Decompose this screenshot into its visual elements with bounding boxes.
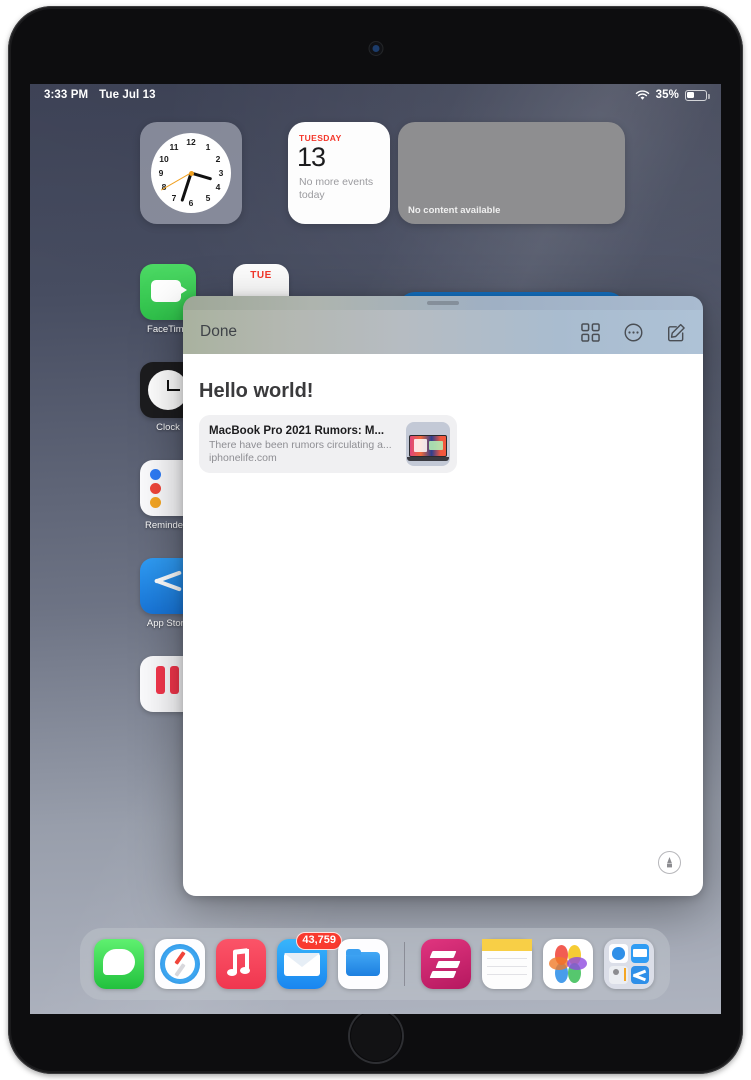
dock-item-messages[interactable]	[94, 939, 144, 989]
clock-num-12: 12	[186, 137, 196, 147]
clock-num-4: 4	[215, 182, 221, 192]
message-title: Hello world!	[199, 380, 314, 402]
dock-item-folder[interactable]	[604, 939, 654, 989]
clock-num-9: 9	[158, 168, 164, 178]
grid-icon[interactable]	[581, 322, 600, 342]
empty-widget[interactable]: No content available	[398, 122, 625, 224]
front-camera-icon	[369, 42, 382, 55]
clock-num-6: 6	[188, 198, 194, 208]
clock-center-pin	[188, 170, 194, 176]
folder-mini-safari-icon	[609, 944, 628, 963]
link-card-text: MacBook Pro 2021 Rumors: M... There have…	[209, 425, 399, 464]
compose-icon[interactable]	[667, 323, 686, 342]
ipad-device: 3:33 PM Tue Jul 13 35% FaceTime Clock Re…	[8, 6, 743, 1074]
folder-mini-mail-icon	[630, 944, 649, 963]
dock-item-shortcuts[interactable]	[421, 939, 471, 989]
folder-mini-contacts-icon	[609, 965, 628, 984]
dock-item-mail[interactable]: 43,759	[277, 932, 342, 989]
clock-num-5: 5	[205, 193, 211, 203]
clock-widget[interactable]: 12 1 2 3 4 5 6 7 8 9 10 11	[140, 122, 242, 224]
link-card-description: There have been rumors circulating a...	[209, 438, 392, 451]
dock-item-files[interactable]	[338, 939, 388, 989]
dock-item-notes[interactable]	[482, 939, 532, 989]
calendar-icon-dow: TUE	[250, 270, 272, 281]
drag-handle[interactable]	[427, 301, 459, 305]
calendar-widget[interactable]: TUESDAY 13 No more events today	[288, 122, 390, 224]
clock-num-2: 2	[215, 154, 221, 164]
clock-num-1: 1	[205, 142, 211, 152]
dock-item-photos[interactable]	[543, 939, 593, 989]
dock: 43,759	[80, 928, 670, 1000]
ipad-screen: 3:33 PM Tue Jul 13 35% FaceTime Clock Re…	[30, 84, 721, 1014]
clock-num-11: 11	[169, 142, 179, 152]
ellipsis-circle-icon[interactable]	[624, 323, 643, 342]
link-card-url: iphonelife.com	[209, 451, 277, 464]
clock-num-7: 7	[171, 193, 177, 203]
wifi-icon	[635, 89, 649, 100]
status-time: 3:33 PM	[44, 89, 89, 101]
clock-hour-hand	[190, 171, 213, 181]
dock-divider	[404, 942, 405, 986]
mail-badge: 43,759	[296, 932, 342, 950]
status-date: Tue Jul 13	[99, 89, 156, 101]
battery-icon	[685, 89, 710, 101]
folder-mini-app-store-icon	[630, 965, 649, 984]
done-button[interactable]: Done	[200, 323, 237, 341]
macbook-thumbnail-icon	[406, 422, 450, 466]
sheet-grabber-area[interactable]	[183, 296, 703, 310]
dock-item-music[interactable]	[216, 939, 266, 989]
message-sheet: Done Hello world! MacBook Pro 2021 Rumor…	[183, 296, 703, 896]
markup-pen-icon	[667, 857, 672, 868]
status-bar: 3:33 PM Tue Jul 13 35%	[30, 84, 721, 106]
markup-pen-button[interactable]	[658, 851, 681, 874]
empty-widget-message: No content available	[408, 205, 501, 216]
dock-item-safari[interactable]	[155, 939, 205, 989]
link-preview-card[interactable]: MacBook Pro 2021 Rumors: M... There have…	[199, 415, 457, 473]
clock-num-10: 10	[159, 154, 169, 164]
link-card-title: MacBook Pro 2021 Rumors: M...	[209, 424, 385, 437]
clock-face: 12 1 2 3 4 5 6 7 8 9 10 11	[151, 133, 231, 213]
home-button[interactable]	[349, 1010, 402, 1062]
sheet-header: Done	[183, 310, 703, 354]
clock-num-3: 3	[218, 168, 224, 178]
battery-percent: 35%	[655, 89, 679, 101]
calendar-day-number: 13	[297, 142, 326, 172]
sheet-body: Hello world! MacBook Pro 2021 Rumors: M.…	[183, 354, 703, 896]
calendar-events-text: No more events today	[299, 176, 374, 202]
